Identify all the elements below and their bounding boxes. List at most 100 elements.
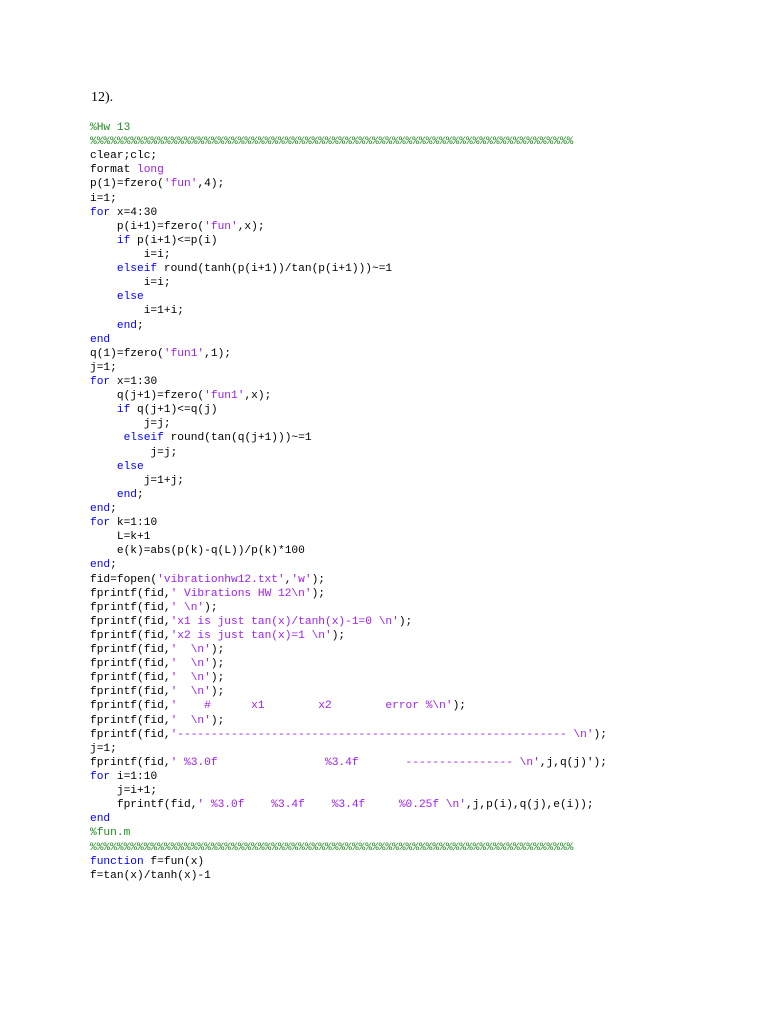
code-token: ); bbox=[204, 601, 218, 614]
string-token: ' \n' bbox=[170, 601, 205, 614]
code-token: j=j; bbox=[90, 418, 171, 431]
keyword-token: for bbox=[90, 375, 111, 388]
code-line: f=tan(x)/tanh(x)-1 bbox=[90, 869, 760, 883]
code-token: fprintf(fid, bbox=[90, 728, 171, 741]
code-token: f=fun(x) bbox=[143, 855, 205, 868]
code-line: fprintf(fid,' \n'); bbox=[90, 657, 760, 671]
code-line: end bbox=[90, 333, 760, 347]
code-token: fprintf(fid, bbox=[90, 714, 171, 727]
code-token: fprintf(fid, bbox=[90, 601, 171, 614]
keyword-token: end bbox=[90, 813, 111, 826]
code-token: fprintf(fid, bbox=[90, 644, 171, 657]
code-line: %Hw 13 bbox=[90, 121, 760, 135]
code-line: fprintf(fid,' \n'); bbox=[90, 685, 760, 699]
code-token: clear;clc; bbox=[90, 150, 158, 163]
keyword-token: elseif bbox=[116, 263, 158, 276]
string-token: 'fun1' bbox=[204, 390, 245, 403]
code-token: ); bbox=[311, 587, 326, 600]
code-line: p(1)=fzero('fun',4); bbox=[90, 177, 760, 191]
code-token: ); bbox=[398, 615, 413, 628]
string-token: ' \n' bbox=[170, 714, 211, 727]
code-line: fprintf(fid,' \n'); bbox=[90, 714, 760, 728]
string-token: long bbox=[137, 164, 164, 177]
code-line: elseif round(tanh(p(i+1))/tan(p(i+1)))~=… bbox=[90, 262, 760, 276]
code-token: ,x); bbox=[237, 220, 265, 233]
string-token: 'x1 is just tan(x)/tanh(x)-1=0 \n' bbox=[170, 615, 399, 628]
comment-token: %%%%%%%%%%%%%%%%%%%%%%%%%%%%%%%%%%%%%%%%… bbox=[90, 841, 574, 854]
document-page: 12). %Hw 13%%%%%%%%%%%%%%%%%%%%%%%%%%%%%… bbox=[0, 0, 768, 1024]
code-line: end; bbox=[90, 488, 760, 502]
code-token: ,4); bbox=[197, 178, 225, 191]
code-token: p(1)=fzero( bbox=[90, 178, 164, 191]
code-token: p(i+1)=fzero( bbox=[90, 220, 205, 233]
code-line: i=i; bbox=[90, 276, 760, 290]
string-token: ' \n' bbox=[170, 644, 211, 657]
code-token: e(k)=abs(p(k)-q(L))/p(k)*100 bbox=[90, 545, 305, 558]
code-token: j=1; bbox=[90, 361, 117, 374]
code-token: fprintf(fid, bbox=[90, 700, 171, 713]
code-line: fprintf(fid,' \n'); bbox=[90, 643, 760, 657]
code-line: if q(j+1)<=q(j) bbox=[90, 403, 760, 417]
code-token: format bbox=[90, 164, 137, 177]
code-token: fprintf(fid, bbox=[90, 686, 171, 699]
code-line: end; bbox=[90, 319, 760, 333]
string-token: ' %3.0f %3.4f %3.4f %0.25f \n' bbox=[197, 799, 466, 812]
code-token: fprintf(fid, bbox=[90, 672, 171, 685]
keyword-token: function bbox=[90, 855, 144, 868]
code-token: j=1; bbox=[90, 742, 117, 755]
code-token: fprintf(fid, bbox=[90, 615, 171, 628]
code-token: fprintf(fid, bbox=[90, 629, 171, 642]
code-token: ); bbox=[593, 728, 607, 741]
string-token: ' # x1 x2 error %\n' bbox=[170, 700, 453, 713]
code-token: round(tan(q(j+1)))~=1 bbox=[163, 432, 312, 445]
code-line: j=i+1; bbox=[90, 784, 760, 798]
code-token: ,j,q(j)'); bbox=[539, 756, 607, 769]
code-line: j=j; bbox=[90, 446, 760, 460]
comment-token: %%%%%%%%%%%%%%%%%%%%%%%%%%%%%%%%%%%%%%%%… bbox=[90, 136, 574, 149]
code-token: ,j,p(i),q(j),e(i)); bbox=[465, 799, 594, 812]
code-token: q(1)=fzero( bbox=[90, 347, 164, 360]
code-token: x=1:30 bbox=[110, 375, 158, 388]
code-token: x=4:30 bbox=[110, 206, 158, 219]
code-line: else bbox=[90, 290, 760, 304]
string-token: 'x2 is just tan(x)=1 \n' bbox=[170, 629, 332, 642]
code-token: fid=fopen( bbox=[90, 573, 158, 586]
code-line: e(k)=abs(p(k)-q(L))/p(k)*100 bbox=[90, 544, 760, 558]
keyword-token: else bbox=[116, 460, 144, 473]
comment-token: %fun.m bbox=[90, 827, 131, 840]
code-line: fprintf(fid,' %3.0f %3.4f --------------… bbox=[90, 756, 760, 770]
code-line: end; bbox=[90, 502, 760, 516]
code-line: fprintf(fid,'x1 is just tan(x)/tanh(x)-1… bbox=[90, 615, 760, 629]
keyword-token: end bbox=[90, 502, 111, 515]
code-token: fprintf(fid, bbox=[90, 658, 171, 671]
code-line: j=j; bbox=[90, 417, 760, 431]
code-line: i=i; bbox=[90, 248, 760, 262]
code-token: ; bbox=[110, 559, 117, 572]
code-token: ); bbox=[210, 714, 225, 727]
code-line: format long bbox=[90, 163, 760, 177]
code-line: L=k+1 bbox=[90, 530, 760, 544]
keyword-token: if bbox=[116, 404, 131, 417]
code-line: q(j+1)=fzero('fun1',x); bbox=[90, 389, 760, 403]
code-token: q(j+1)=fzero( bbox=[90, 390, 205, 403]
code-token: k=1:10 bbox=[110, 517, 158, 530]
code-token: i=i; bbox=[90, 248, 171, 261]
code-token: ); bbox=[331, 629, 346, 642]
code-line: fprintf(fid,' # x1 x2 error %\n'); bbox=[90, 699, 760, 713]
comment-token: %Hw 13 bbox=[90, 122, 131, 134]
keyword-token: for bbox=[90, 517, 111, 530]
code-line: fprintf(fid,'---------------------------… bbox=[90, 728, 760, 742]
code-line: for x=4:30 bbox=[90, 206, 760, 220]
code-token: p(i+1)<=p(i) bbox=[130, 234, 218, 247]
code-token: ); bbox=[311, 573, 326, 586]
code-token: j=j; bbox=[90, 446, 178, 459]
code-token: j=i+1; bbox=[90, 785, 158, 798]
code-token: j=1+j; bbox=[90, 474, 184, 487]
code-token: ; bbox=[110, 502, 117, 515]
